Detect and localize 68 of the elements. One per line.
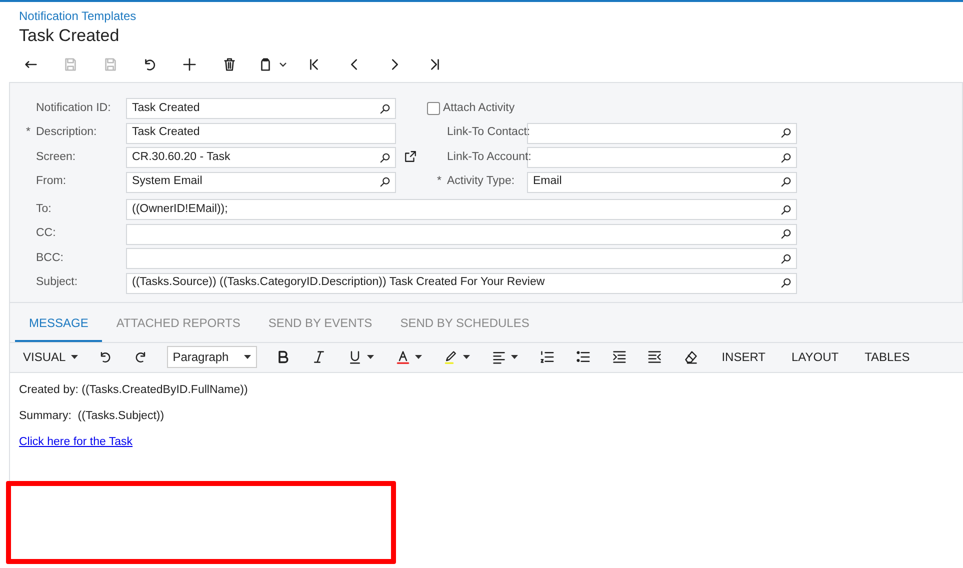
outdent-icon <box>648 350 662 364</box>
redo-icon <box>134 350 148 364</box>
input-field[interactable]: ((Tasks.Source)) ((Tasks.CategoryID.Description)) Task Created For Your Review <box>126 272 797 294</box>
editor-mode-dropdown[interactable]: VISUAL <box>14 344 87 370</box>
bullet-list-icon <box>576 350 590 364</box>
input-field[interactable]: Task Created <box>126 98 396 119</box>
indent-icon <box>612 350 626 364</box>
paragraph-dropdown[interactable]: Paragraph <box>166 346 257 368</box>
input-field[interactable]: System Email <box>126 172 396 192</box>
field-label: Link-To Contact: <box>447 126 530 138</box>
field-label: Activity Type: <box>447 175 515 188</box>
field-label: CC: <box>36 227 56 240</box>
message-text: Summary: ((Tasks.Subject)) <box>19 408 166 424</box>
undo-icon <box>142 57 158 72</box>
caret-icon <box>244 355 251 359</box>
chevron-icon <box>278 62 287 68</box>
caret-icon <box>414 355 422 359</box>
field-label: Description: <box>36 126 97 138</box>
menu-button[interactable]: LAYOUT <box>778 344 852 370</box>
italic-icon <box>312 350 326 364</box>
input-field[interactable]: Email <box>527 172 797 192</box>
menu-button[interactable]: TABLES <box>852 344 923 370</box>
field-label: Subject: <box>36 276 78 288</box>
search-icon <box>379 176 391 188</box>
search-icon <box>780 252 792 264</box>
search-icon <box>780 176 792 188</box>
required-marker: * <box>437 174 442 190</box>
eraser-icon <box>684 350 698 364</box>
save-icon <box>102 57 118 72</box>
search-icon <box>379 152 391 164</box>
save-icon <box>63 57 78 72</box>
font-color-icon <box>396 350 410 364</box>
input-field[interactable] <box>126 248 797 269</box>
search-icon <box>780 152 792 164</box>
menu-button[interactable]: INSERT <box>708 344 778 370</box>
breadcrumb-link[interactable]: Notification Templates <box>19 8 944 24</box>
search-icon <box>780 277 792 289</box>
field-label: From: <box>36 175 66 188</box>
message-text: Created by: ((Tasks.CreatedByID.FullName)) <box>19 382 249 398</box>
search-icon <box>780 127 792 139</box>
input-field[interactable] <box>527 122 797 144</box>
numbered-list-icon <box>540 350 554 364</box>
field-label: Link-To Account: <box>447 150 532 163</box>
search-icon <box>780 204 792 216</box>
field-label: To: <box>36 202 52 215</box>
underline-icon <box>348 350 362 364</box>
highlighter-icon <box>444 350 458 364</box>
field-label: Notification ID: <box>36 102 111 114</box>
caret-icon <box>462 355 470 359</box>
plus-icon <box>182 57 198 72</box>
attach-activity-checkbox[interactable]: Attach Activity <box>427 100 797 118</box>
trash-icon <box>222 57 237 72</box>
bold-icon <box>276 350 290 364</box>
input-field[interactable] <box>126 224 797 244</box>
search-icon <box>780 228 792 240</box>
caret-icon <box>366 355 374 359</box>
field-label: BCC: <box>36 252 64 264</box>
align-left-icon <box>492 350 506 364</box>
required-marker: * <box>26 125 30 140</box>
input-field[interactable]: Task Created <box>126 122 396 144</box>
caret-icon <box>510 355 518 359</box>
task-link[interactable]: Click here for the Task <box>19 436 133 448</box>
search-icon <box>379 102 391 114</box>
page-title: Task Created <box>19 25 120 47</box>
caret-icon <box>70 355 78 359</box>
input-field[interactable]: CR.30.60.20 - Task <box>126 147 396 168</box>
input-field[interactable]: ((OwnerID!EMail)); <box>126 199 797 220</box>
field-label: Screen: <box>36 150 76 163</box>
